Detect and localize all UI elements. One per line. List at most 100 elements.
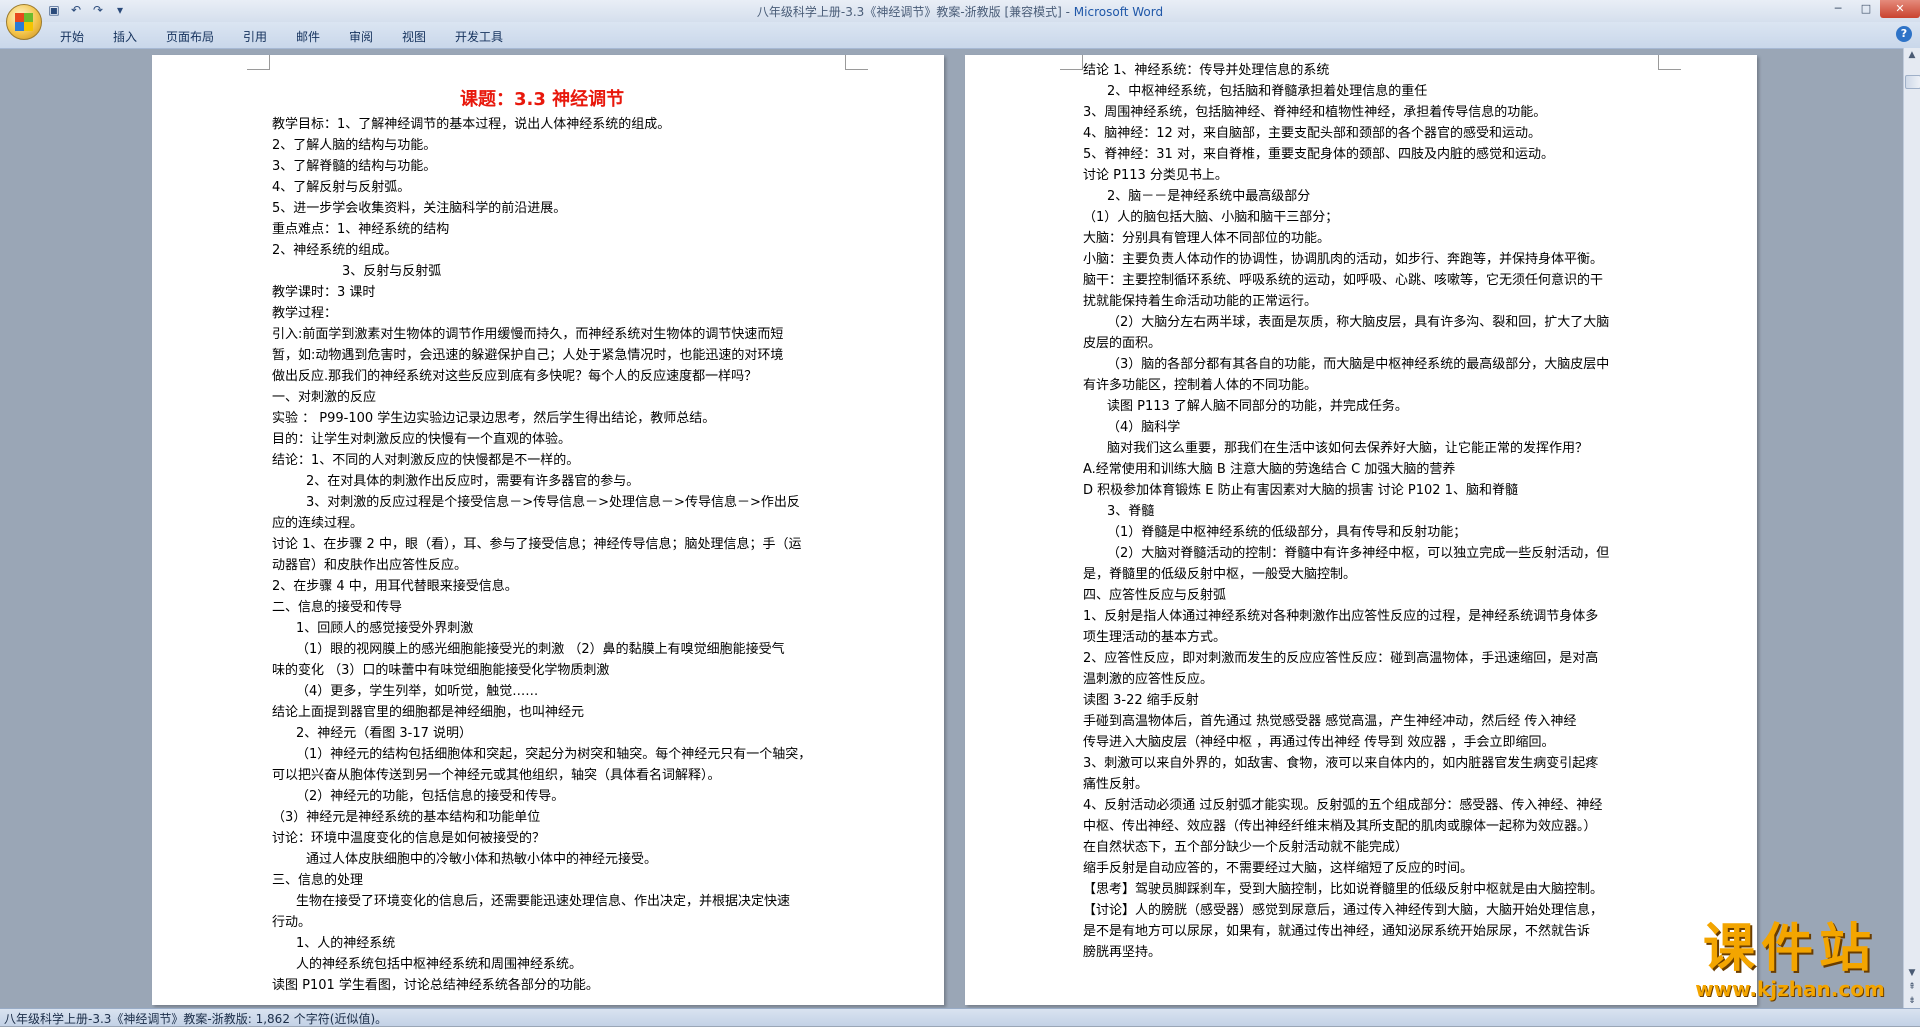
document-text-line: 3、反射与反射弧 — [342, 264, 442, 279]
document-page-left[interactable]: 课题：3.3 神经调节 教学目标：1、了解神经调节的基本过程，说出人体神经系统的… — [152, 55, 944, 1005]
document-text-line: 教学过程： — [272, 306, 338, 321]
document-text-line: 人的神经系统包括中枢神经系统和周围神经系统。 — [296, 957, 583, 972]
document-text-line: 3、了解脊髓的结构与功能。 — [272, 159, 437, 174]
document-text-line: 三、信息的处理 — [272, 873, 364, 888]
document-text-line: 2、神经系统的组成。 — [272, 243, 398, 258]
document-text-line: （2）大脑分左右两半球，表面是灰质，称大脑皮层，具有许多沟、裂和回，扩大了大脑 — [1107, 315, 1610, 330]
document-text-line: 教学课时：3 课时 — [272, 285, 376, 300]
tab-developer[interactable]: 开发工具 — [455, 28, 503, 45]
document-text-line: 3、对刺激的反应过程是个接受信息－>传导信息－>处理信息－>传导信息－>作出反 — [306, 495, 800, 510]
watermark-url: www.kjzhan.com — [1695, 977, 1885, 1001]
document-text-line: （2）大脑对脊髓活动的控制：脊髓中有许多神经中枢，可以独立完成一些反射活动，但 — [1107, 546, 1610, 561]
document-text-line: （1）人的脑包括大脑、小脑和脑干三部分； — [1083, 210, 1339, 225]
help-icon[interactable]: ? — [1896, 26, 1912, 42]
document-text-line: 结论上面提到器官里的细胞都是神经细胞，也叫神经元 — [272, 705, 585, 720]
margin-corner-mark — [1658, 55, 1681, 70]
document-text-line: 脑干：主要控制循环系统、呼吸系统的运动，如呼吸、心跳、咳嗽等，它无须任何意识的干 — [1083, 273, 1604, 288]
document-text-line: （2）神经元的功能，包括信息的接受和传导。 — [296, 789, 565, 804]
office-logo-icon — [15, 13, 33, 31]
document-text-line: 结论 1、神经系统：传导并处理信息的系统 — [1083, 63, 1330, 78]
watermark-text: 课件站 — [1702, 919, 1877, 979]
tab-mailings[interactable]: 邮件 — [296, 28, 320, 45]
document-text-line: 【讨论】人的膀胱（感受器）感觉到尿意后，通过传入神经传到大脑，大脑开始处理信息， — [1083, 903, 1604, 918]
document-text-line: 读图 P101 学生看图，讨论总结神经系统各部分的功能。 — [272, 978, 599, 993]
office-button[interactable] — [6, 4, 42, 40]
document-text-line: 教学目标：1、了解神经调节的基本过程，说出人体神经系统的组成。 — [272, 117, 671, 132]
document-text-line: 2、了解人脑的结构与功能。 — [272, 138, 437, 153]
document-text-line: 是不是有地方可以尿尿，如果有，就通过传出神经，通知泌尿系统开始尿尿，不然就告诉 — [1083, 924, 1591, 939]
document-text-line: 5、脊神经：31 对，来自脊椎，重要支配身体的颈部、四肢及内脏的感觉和运动。 — [1083, 147, 1554, 162]
close-button[interactable]: ✕ — [1880, 0, 1920, 18]
document-text-line: 有许多功能区，控制着人体的不同功能。 — [1083, 378, 1318, 393]
document-text-line: D 积极参加体育锻炼 E 防止有害因素对大脑的损害 讨论 P102 1、脑和脊髓 — [1083, 483, 1518, 498]
document-text-line: 4、了解反射与反射弧。 — [272, 180, 411, 195]
scroll-thumb[interactable] — [1905, 75, 1920, 89]
document-text-line: 实验 ： P99-100 学生边实验边记录边思考，然后学生得出结论，教师总结。 — [272, 411, 716, 426]
document-text-line: （1）神经元的结构包括细胞体和突起，突起分为树突和轴突。每个神经元只有一个轴突， — [296, 747, 812, 762]
document-text-line: 3、脊髓 — [1107, 504, 1155, 519]
document-text-line: 二、信息的接受和传导 — [272, 600, 403, 615]
margin-corner-mark — [845, 55, 868, 70]
document-text-line: 讨论 P113 分类见书上。 — [1083, 168, 1228, 183]
document-text-line: 一、对刺激的反应 — [272, 390, 377, 405]
document-text-line: 味的变化 （3）口的味蕾中有味觉细胞能接受化学物质刺激 — [272, 663, 610, 678]
document-text-line: 可以把兴奋从胞体传送到另一个神经元或其他组织，轴突（具体看名词解释）。 — [272, 768, 721, 783]
scroll-up-icon[interactable]: ▲ — [1904, 48, 1920, 62]
document-text-line: 结论：1、不同的人对刺激反应的快慢都是不一样的。 — [272, 453, 580, 468]
tab-page-layout[interactable]: 页面布局 — [166, 28, 214, 45]
document-text-line: 目的：让学生对刺激反应的快慢有一个直观的体验。 — [272, 432, 572, 447]
document-text-line: 5、进一步学会收集资料，关注脑科学的前沿进展。 — [272, 201, 567, 216]
document-title: 八年级科学上册-3.3《神经调节》教案-浙教版 [兼容模式] - — [756, 5, 1074, 19]
document-text-line: 2、在步骤 4 中，用耳代替眼来接受信息。 — [272, 579, 518, 594]
status-text: 八年级科学上册-3.3《神经调节》教案-浙教版: 1,862 个字符(近似值)。 — [4, 1012, 388, 1026]
document-text-line: 读图 P113 了解人脑不同部分的功能，并完成任务。 — [1107, 399, 1408, 414]
document-text-line: 缩手反射是自动应答的，不需要经过大脑，这样缩短了反应的时间。 — [1083, 861, 1474, 876]
document-text-line: 2、中枢神经系统，包括脑和脊髓承担着处理信息的重任 — [1107, 84, 1428, 99]
document-text-line: 膀胱再坚持。 — [1083, 945, 1162, 960]
ribbon-tab-bar: 开始 插入 页面布局 引用 邮件 审阅 视图 开发工具 ? — [0, 22, 1920, 49]
margin-corner-mark — [247, 55, 270, 70]
tab-references[interactable]: 引用 — [243, 28, 267, 45]
document-text-line: 四、应答性反应与反射弧 — [1083, 588, 1227, 603]
document-text-line: 读图 3-22 缩手反射 — [1083, 693, 1199, 708]
application-name: Microsoft Word — [1073, 5, 1164, 19]
document-text-line: （1）脊髓是中枢神经系统的低级部分，具有传导和反射功能； — [1107, 525, 1467, 540]
document-text-line: 传导进入大脑皮层（神经中枢 ，再通过传出神经 传导到 效应器 ，手会立即缩回。 — [1083, 735, 1555, 750]
document-text-line: 2、神经元（看图 3-17 说明） — [296, 726, 473, 741]
document-text-line: 皮层的面积。 — [1083, 336, 1162, 351]
document-text-line: （3）脑的各部分都有其各自的功能，而大脑是中枢神经系统的最高级部分，大脑皮层中 — [1107, 357, 1610, 372]
document-text-line: 温刺激的应答性反应。 — [1083, 672, 1214, 687]
watermark-logo: 课件站 www.kjzhan.com — [1670, 920, 1910, 1000]
tab-review[interactable]: 审阅 — [349, 28, 373, 45]
window-controls: ─ □ ✕ — [1824, 0, 1920, 18]
document-text-line: 大脑：分别具有管理人体不同部位的功能。 — [1083, 231, 1331, 246]
document-text-line: 1、人的神经系统 — [296, 936, 396, 951]
document-text-line: 3、周围神经系统，包括脑神经、脊神经和植物性神经，承担着传导信息的功能。 — [1083, 105, 1547, 120]
document-text-line: 2、在对具体的刺激作出反应时，需要有许多器官的参与。 — [306, 474, 640, 489]
tab-insert[interactable]: 插入 — [113, 28, 137, 45]
margin-corner-mark — [1060, 55, 1083, 70]
window-title: 八年级科学上册-3.3《神经调节》教案-浙教版 [兼容模式] - Microso… — [0, 3, 1920, 20]
document-text-line: 讨论 1、在步骤 2 中，眼（看），耳、参与了接受信息；神经传导信息；脑处理信息… — [272, 537, 802, 552]
document-text-line: 4、反射活动必须通 过反射弧才能实现。反射弧的五个组成部分：感受器、传入神经、神… — [1083, 798, 1603, 813]
document-text-line: 2、脑－－是神经系统中最高级部分 — [1107, 189, 1311, 204]
document-page-right[interactable]: 结论 1、神经系统：传导并处理信息的系统 2、中枢神经系统，包括脑和脊髓承担着处理… — [965, 55, 1757, 1005]
document-text-line: 在自然状态下，五个部分缺少一个反射活动就不能完成） — [1083, 840, 1409, 855]
vertical-scrollbar[interactable]: ▲ ▼ ⇞ ⇟ — [1903, 48, 1920, 1008]
document-text-line: （3）神经元是神经系统的基本结构和功能单位 — [272, 810, 541, 825]
tab-view[interactable]: 视图 — [402, 28, 426, 45]
tab-home[interactable]: 开始 — [60, 28, 84, 45]
document-text-line: 是，脊髓里的低级反射中枢，一般受大脑控制。 — [1083, 567, 1357, 582]
title-bar: ▣ ↶ ↷ ▾ 八年级科学上册-3.3《神经调节》教案-浙教版 [兼容模式] -… — [0, 0, 1920, 23]
document-text-line: 【思考】驾驶员脚踩刹车，受到大脑控制，比如说脊髓里的低级反射中枢就是由大脑控制。 — [1083, 882, 1604, 897]
document-text-line: 4、脑神经：12 对，来自脑部，主要支配头部和颈部的各个器官的感受和运动。 — [1083, 126, 1541, 141]
document-text-line: 扰就能保持着生命活动功能的正常运行。 — [1083, 294, 1318, 309]
minimize-button[interactable]: ─ — [1824, 0, 1852, 18]
document-text-line: 讨论：环境中温度变化的信息是如何被接受的？ — [272, 831, 546, 846]
maximize-button[interactable]: □ — [1852, 0, 1880, 18]
document-text-line: 中枢、传出神经、效应器（传出神经纤维末梢及其所支配的肌肉或腺体一起称为效应器。） — [1083, 819, 1597, 834]
document-text-line: （4）更多，学生列举，如听觉，触觉…… — [296, 684, 539, 699]
document-text-line: （4）脑科学 — [1107, 420, 1181, 435]
document-text-line: 通过人体皮肤细胞中的冷敏小体和热敏小体中的神经元接受。 — [306, 852, 658, 867]
document-text-line: 重点难点：1、神经系统的结构 — [272, 222, 450, 237]
